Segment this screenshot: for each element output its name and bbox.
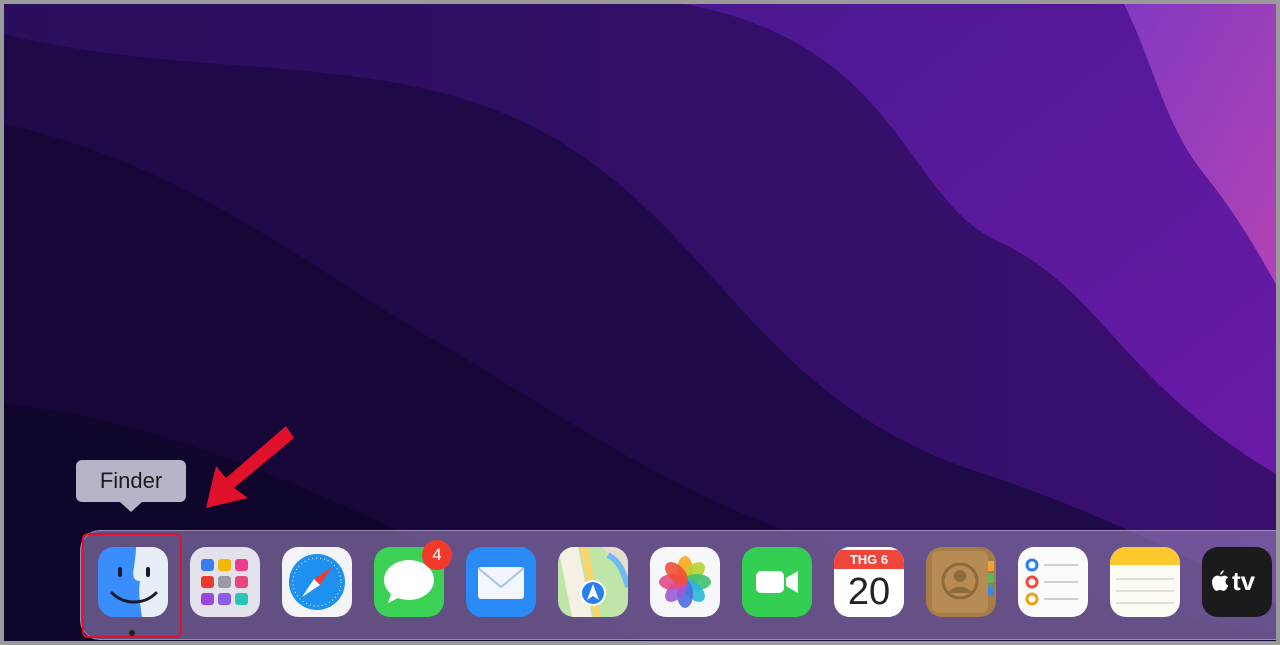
maps-app[interactable] (558, 547, 628, 617)
screenshot-frame: Finder 4 THG 6 20 tv (0, 0, 1280, 645)
messages-app[interactable]: 4 (374, 540, 452, 617)
running-indicator-dot (129, 630, 135, 636)
notes-icon (1110, 547, 1180, 617)
tv-icon: tv (1202, 547, 1272, 617)
finder-tooltip: Finder (76, 460, 186, 512)
safari-app[interactable] (282, 547, 352, 617)
calendar-app[interactable]: THG 6 20 (834, 547, 904, 617)
tv-label: tv (1232, 566, 1256, 596)
contacts-icon (926, 547, 996, 617)
red-arrow-annotation (206, 426, 294, 508)
calendar-day: 20 (847, 571, 891, 613)
calendar-icon: THG 6 20 (834, 547, 904, 617)
launchpad-app[interactable] (190, 547, 260, 617)
dock: 4 THG 6 20 tv (80, 530, 1276, 640)
tv-app[interactable]: tv (1202, 547, 1272, 617)
maps-icon (558, 547, 628, 617)
facetime-app[interactable] (742, 547, 812, 617)
photos-icon (650, 547, 720, 617)
reminders-icon (1018, 547, 1088, 617)
contacts-app[interactable] (926, 547, 996, 617)
launchpad-icon (190, 547, 260, 617)
finder-highlight-annotation (82, 533, 182, 638)
photos-app[interactable] (650, 547, 720, 617)
calendar-month: THG 6 (834, 550, 904, 569)
safari-icon (282, 547, 352, 617)
reminders-app[interactable] (1018, 547, 1088, 617)
apple-logo-icon (1212, 570, 1229, 591)
notification-badge: 4 (422, 540, 452, 570)
notes-app[interactable] (1110, 547, 1180, 617)
mail-icon (466, 547, 536, 617)
facetime-icon (742, 547, 812, 617)
mail-app[interactable] (466, 547, 536, 617)
